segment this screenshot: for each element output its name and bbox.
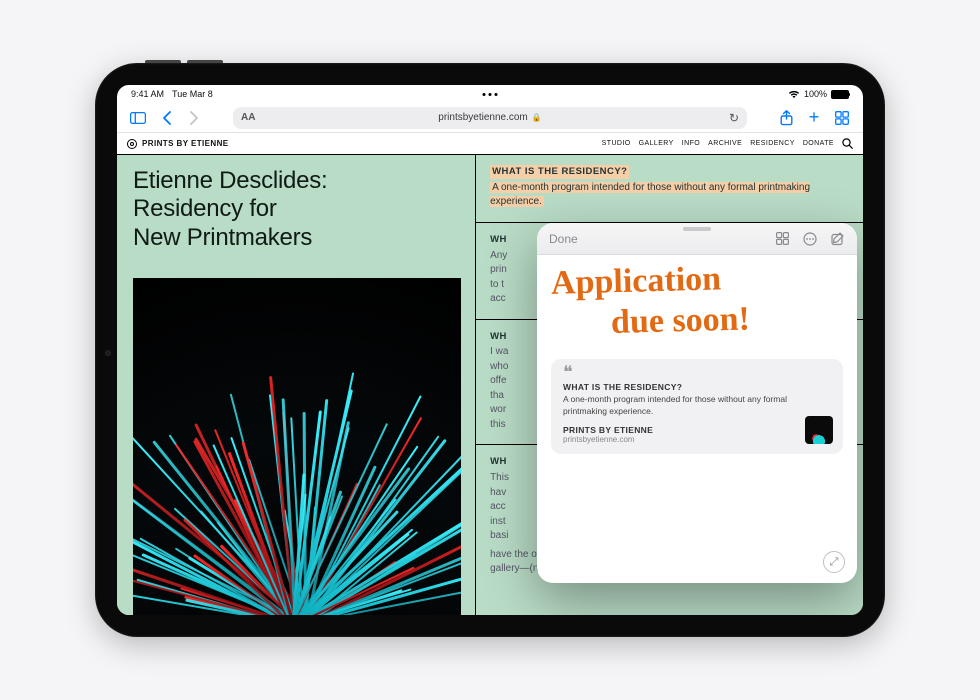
ipad-device-frame: 9:41 AM Tue Mar 8 100% [95, 63, 885, 637]
quick-note-toolbar: Done [537, 223, 857, 255]
nav-link[interactable]: INFO [682, 140, 700, 147]
wifi-icon [788, 90, 800, 99]
search-icon[interactable] [842, 138, 853, 149]
faq-body: A one-month program intended for those w… [490, 182, 810, 208]
volume-button [145, 60, 181, 63]
lock-icon: 🔒 [532, 113, 542, 122]
more-icon[interactable] [803, 232, 817, 246]
address-domain: printsbyetienne.com [438, 112, 528, 123]
link-preview-card[interactable]: ❝ WHAT IS THE RESIDENCY? A one-month pro… [551, 359, 843, 454]
headline-line: Residency for [133, 195, 461, 223]
nav-link[interactable]: GALLERY [639, 140, 674, 147]
page-headline: Etienne Desclides: Residency for New Pri… [133, 167, 461, 252]
safari-toolbar: AA printsbyetienne.com 🔒 ↻ + [117, 103, 863, 133]
nav-link[interactable]: STUDIO [602, 140, 631, 147]
front-camera [105, 350, 111, 356]
nav-link[interactable]: RESIDENCY [750, 140, 795, 147]
new-tab-icon[interactable]: + [805, 107, 823, 128]
done-button[interactable]: Done [549, 232, 578, 246]
share-icon[interactable] [777, 110, 795, 126]
faq-title: WHAT IS THE RESIDENCY? [490, 165, 629, 179]
brand-name: PRINTS BY ETIENNE [142, 139, 229, 148]
status-bar: 9:41 AM Tue Mar 8 100% [117, 85, 863, 103]
quick-note-panel[interactable]: Done Application [537, 223, 857, 583]
link-domain: printsbyetienne.com [563, 435, 831, 444]
volume-button [187, 60, 223, 63]
brand-logo-icon [127, 139, 137, 149]
link-title: WHAT IS THE RESIDENCY? [563, 382, 831, 392]
expand-icon[interactable]: ⤢ [823, 551, 845, 573]
status-date: Tue Mar 8 [172, 89, 213, 99]
site-header: PRINTS BY ETIENNE STUDIO GALLERY INFO AR… [117, 133, 863, 155]
multitasking-dots[interactable] [483, 93, 498, 96]
site-nav: STUDIO GALLERY INFO ARCHIVE RESIDENCY DO… [602, 138, 853, 149]
handwritten-text: Application [551, 259, 844, 301]
link-site: PRINTS BY ETIENNE [563, 425, 831, 435]
headline-line: New Printmakers [133, 224, 461, 252]
tabs-icon[interactable] [833, 111, 851, 125]
grid-icon[interactable] [776, 232, 789, 246]
reload-icon[interactable]: ↻ [729, 111, 739, 125]
nav-link[interactable]: DONATE [803, 140, 834, 147]
headline-line: Etienne Desclides: [133, 167, 461, 195]
address-bar[interactable]: AA printsbyetienne.com 🔒 ↻ [233, 107, 747, 129]
battery-percent: 100% [804, 89, 827, 99]
battery-icon [831, 90, 849, 99]
reader-aa-icon[interactable]: AA [241, 112, 255, 123]
link-excerpt: A one-month program intended for those w… [563, 394, 831, 417]
link-thumbnail [805, 416, 833, 444]
screen: 9:41 AM Tue Mar 8 100% [117, 85, 863, 615]
web-page: PRINTS BY ETIENNE STUDIO GALLERY INFO AR… [117, 133, 863, 615]
status-time: 9:41 AM [131, 89, 164, 99]
quote-icon: ❝ [563, 369, 831, 376]
hero-image [133, 278, 461, 615]
nav-link[interactable]: ARCHIVE [708, 140, 742, 147]
faq-block: WHAT IS THE RESIDENCY? A one-month progr… [476, 155, 863, 223]
handwritten-text: due soon! [611, 300, 844, 340]
quick-note-body[interactable]: Application due soon! ❝ WHAT IS THE RESI… [537, 255, 857, 583]
forward-button [185, 111, 203, 125]
site-brand[interactable]: PRINTS BY ETIENNE [127, 139, 229, 149]
article-left-column: Etienne Desclides: Residency for New Pri… [117, 155, 475, 615]
compose-icon[interactable] [831, 232, 845, 246]
sidebar-icon[interactable] [129, 112, 147, 124]
back-button[interactable] [157, 111, 175, 125]
